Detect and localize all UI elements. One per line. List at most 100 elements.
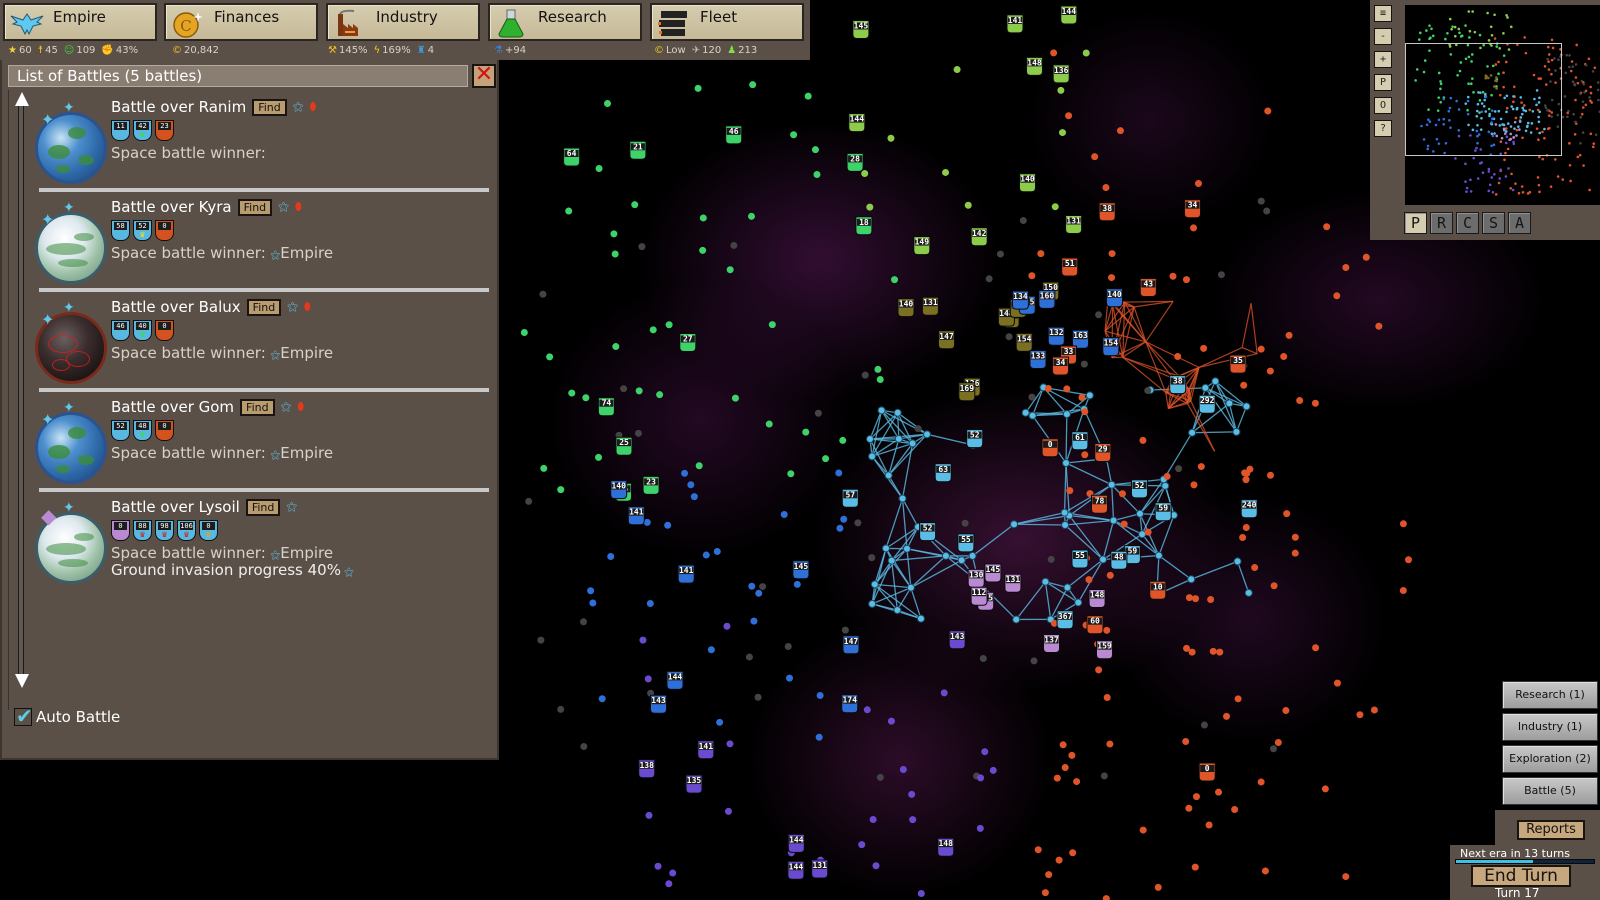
minimap-viewport-frame[interactable]	[1405, 43, 1562, 156]
star-system[interactable]	[1144, 528, 1152, 536]
star-system[interactable]	[1233, 557, 1242, 566]
star-system[interactable]	[802, 428, 810, 436]
garrison-unit-badge[interactable]: 11	[111, 120, 130, 141]
report-button-industry[interactable]: Industry (1)	[1502, 713, 1598, 741]
star-system[interactable]	[765, 420, 773, 428]
star-system[interactable]	[1139, 436, 1147, 444]
star-system[interactable]	[1034, 846, 1042, 854]
fleet-unit-badge[interactable]: 0	[155, 420, 174, 441]
star-system[interactable]	[607, 553, 615, 561]
star-system[interactable]	[610, 230, 618, 238]
colony-system[interactable]: 147	[842, 635, 860, 655]
star-system[interactable]	[1154, 551, 1163, 560]
star-system[interactable]	[1161, 481, 1170, 490]
tab-research[interactable]: Research	[488, 3, 642, 41]
star-system[interactable]	[681, 469, 689, 477]
find-button[interactable]: Find	[252, 98, 287, 116]
colony-system[interactable]: 148	[937, 837, 955, 857]
garrison-unit-badge[interactable]: 52	[111, 420, 130, 441]
star-system[interactable]	[1174, 352, 1182, 360]
star-system[interactable]	[1283, 510, 1291, 518]
star-system[interactable]	[699, 214, 707, 222]
colony-system[interactable]: 57	[841, 488, 859, 508]
star-system[interactable]	[1106, 571, 1114, 579]
colony-system[interactable]: 35	[1229, 354, 1247, 374]
star-system[interactable]	[1010, 520, 1019, 529]
star-system[interactable]	[1269, 745, 1277, 753]
star-system[interactable]	[1190, 224, 1198, 232]
reports-button[interactable]: Reports	[1517, 820, 1585, 840]
star-system[interactable]	[815, 733, 823, 741]
star-system[interactable]	[1251, 564, 1259, 572]
star-system[interactable]	[887, 556, 896, 565]
find-button[interactable]: Find	[246, 298, 282, 316]
star-system[interactable]	[1060, 508, 1069, 517]
star-system[interactable]	[1059, 741, 1067, 749]
colony-system[interactable]: 74	[597, 397, 615, 417]
colony-system[interactable]: 21	[629, 140, 647, 160]
star-system[interactable]	[656, 391, 664, 399]
star-system[interactable]	[1257, 345, 1265, 353]
star-system[interactable]	[1030, 657, 1038, 665]
star-system[interactable]	[1066, 487, 1074, 495]
star-system[interactable]	[854, 519, 862, 527]
colony-system[interactable]: 78	[1091, 494, 1108, 514]
star-system[interactable]	[546, 353, 554, 361]
star-system[interactable]	[893, 408, 902, 417]
minimap-zoom-in-button[interactable]: +	[1374, 51, 1392, 68]
colony-system[interactable]: 29	[1094, 443, 1112, 462]
star-system[interactable]	[1270, 582, 1278, 590]
star-system[interactable]	[1333, 292, 1341, 300]
star-system[interactable]	[1240, 381, 1248, 389]
colony-system[interactable]: 61	[1071, 431, 1089, 451]
fleet-unit-badge[interactable]: 106 ♛	[177, 520, 196, 541]
colony-system[interactable]: 38	[1098, 202, 1116, 222]
star-system[interactable]	[874, 365, 882, 373]
colony-system[interactable]: 55	[957, 533, 975, 553]
star-system[interactable]	[1068, 751, 1076, 759]
star-system[interactable]	[917, 889, 925, 897]
colony-system[interactable]: 131	[921, 296, 939, 316]
star-system[interactable]	[1154, 883, 1162, 891]
star-system[interactable]	[861, 170, 869, 178]
star-system[interactable]	[940, 689, 948, 697]
star-system[interactable]	[1201, 383, 1210, 392]
star-system[interactable]	[631, 201, 639, 209]
star-system[interactable]	[868, 554, 876, 562]
colony-system[interactable]: 131	[1004, 573, 1022, 593]
colony-system[interactable]: 154	[1015, 332, 1033, 352]
star-system[interactable]	[1061, 764, 1069, 772]
star-system[interactable]	[977, 774, 985, 782]
star-system[interactable]	[713, 547, 721, 555]
star-system[interactable]	[942, 168, 950, 176]
star-system[interactable]	[723, 622, 731, 630]
minimap-o-button[interactable]: O	[1374, 97, 1392, 114]
minimap-zoom-out-button[interactable]: -	[1374, 28, 1392, 45]
fleet-unit-badge[interactable]: 98 ♛	[155, 520, 174, 541]
colony-system[interactable]: 132	[1047, 326, 1065, 346]
star-system[interactable]	[768, 321, 776, 329]
colony-system[interactable]: 145	[792, 560, 810, 580]
star-system[interactable]	[1045, 871, 1053, 879]
star-system[interactable]	[1069, 849, 1077, 857]
star-system[interactable]	[961, 519, 969, 527]
colony-system[interactable]: 140	[1106, 288, 1123, 308]
star-system[interactable]	[1028, 393, 1036, 401]
star-system[interactable]	[639, 636, 647, 644]
star-system[interactable]	[598, 695, 606, 703]
star-system[interactable]	[525, 497, 533, 505]
star-system[interactable]	[1028, 272, 1036, 280]
star-system[interactable]	[1209, 647, 1217, 655]
colony-system[interactable]: 147	[938, 330, 955, 350]
star-system[interactable]	[804, 92, 812, 100]
star-system[interactable]	[1080, 360, 1088, 368]
star-system[interactable]	[1188, 428, 1197, 437]
star-system[interactable]	[813, 171, 821, 179]
colony-system[interactable]: 149	[913, 236, 931, 256]
star-system[interactable]	[1263, 207, 1271, 215]
colony-system[interactable]: 55	[1071, 549, 1089, 569]
colony-system[interactable]: 131	[811, 859, 829, 879]
star-system[interactable]	[1005, 333, 1013, 341]
star-system[interactable]	[694, 84, 702, 92]
star-system[interactable]	[1095, 666, 1103, 674]
